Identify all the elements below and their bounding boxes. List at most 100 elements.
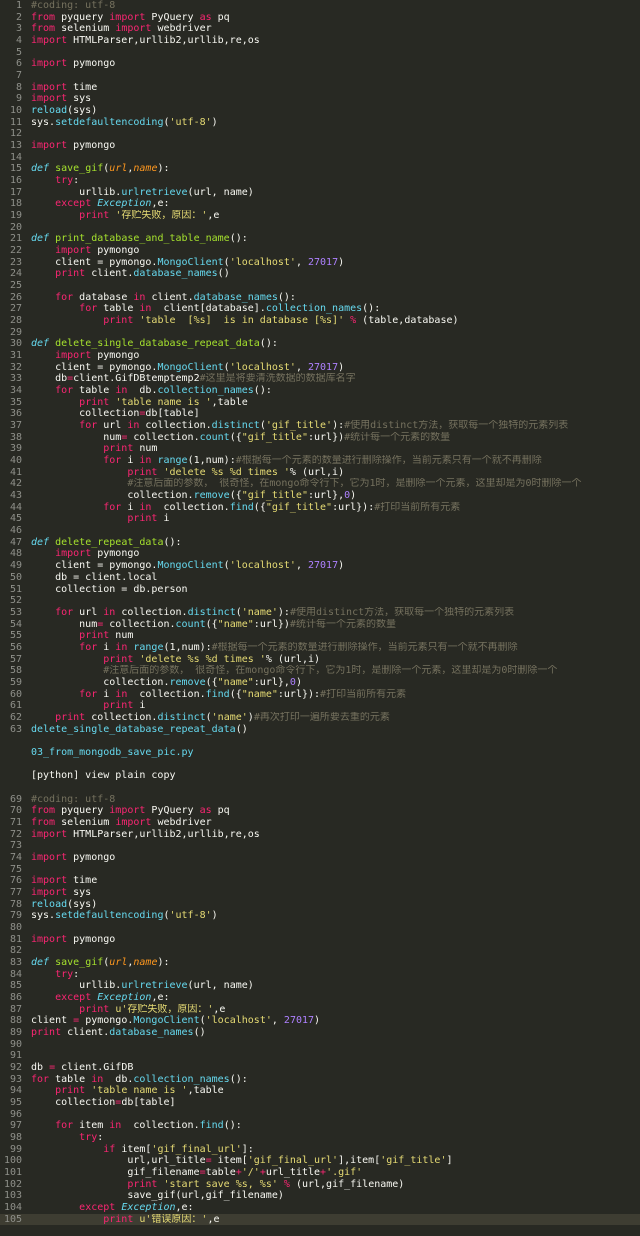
code-line[interactable]: 1 #coding: utf-8 xyxy=(0,0,640,11)
code-line[interactable]: 2 from pyquery import PyQuery as pq xyxy=(0,12,640,23)
code-line[interactable]: 23 client = pymongo.MongoClient('localho… xyxy=(0,257,640,268)
code-line[interactable] xyxy=(0,759,640,770)
code-line[interactable]: 96 xyxy=(0,1109,640,1120)
code-line[interactable]: 13 import pymongo xyxy=(0,140,640,151)
code-line[interactable]: 93 for table in db.collection_names(): xyxy=(0,1074,640,1085)
code-line[interactable]: 15 def save_gif(url,name): xyxy=(0,163,640,174)
code-line[interactable]: 40 for i in range(1,num):#根据每一个元素的数量进行删除… xyxy=(0,455,640,466)
code-line[interactable]: 72 import HTMLParser,urllib2,urllib,re,os xyxy=(0,829,640,840)
code-line[interactable] xyxy=(0,735,640,746)
code-line[interactable]: 47 def delete_repeat_data(): xyxy=(0,537,640,548)
code-line[interactable]: 56 for i in range(1,num):#根据每一个元素的数量进行删除… xyxy=(0,642,640,653)
code-line[interactable]: 97 for item in collection.find(): xyxy=(0,1120,640,1131)
code-line[interactable]: 3 from selenium import webdriver xyxy=(0,23,640,34)
code-line[interactable]: 43 collection.remove({"gif_title":url},0… xyxy=(0,490,640,501)
code-line[interactable]: 53 for url in collection.distinct('name'… xyxy=(0,607,640,618)
code-line[interactable]: 19 print '存贮失败，原因：',e xyxy=(0,210,640,221)
code-line[interactable]: 33 db=client.GifDBtemptemp2#这里是将要清洗数据的数据… xyxy=(0,373,640,384)
code-line[interactable]: 10 reload(sys) xyxy=(0,105,640,116)
code-line[interactable]: 20 xyxy=(0,222,640,233)
code-line[interactable]: 36 collection=db[table] xyxy=(0,408,640,419)
code-line[interactable]: 42 #注意后面的参数， 很奇怪，在mongo命令行下，它为1时，是删除一个元素… xyxy=(0,478,640,489)
code-line[interactable]: [python] view plain copy xyxy=(0,770,640,781)
code-line[interactable]: 38 num= collection.count({"gif_title":ur… xyxy=(0,432,640,443)
code-line[interactable]: 85 urllib.urlretrieve(url, name) xyxy=(0,980,640,991)
code-line[interactable]: 39 print num xyxy=(0,443,640,454)
code-line[interactable]: 92 db = client.GifDB xyxy=(0,1062,640,1073)
code-line[interactable]: 26 for database in client.database_names… xyxy=(0,292,640,303)
code-line[interactable]: 77 import sys xyxy=(0,887,640,898)
code-line[interactable]: 78 reload(sys) xyxy=(0,899,640,910)
code-line-current[interactable]: 105 print u'错误原因：',e xyxy=(0,1213,640,1225)
code-line[interactable]: 81 import pymongo xyxy=(0,934,640,945)
code-line[interactable]: 95 collection=db[table] xyxy=(0,1097,640,1108)
code-line[interactable]: 89 print client.database_names() xyxy=(0,1027,640,1038)
code-line[interactable]: 37 for url in collection.distinct('gif_t… xyxy=(0,420,640,431)
code-line[interactable]: 17 urllib.urlretrieve(url, name) xyxy=(0,187,640,198)
code-line[interactable]: 28 print 'table [%s] is in database [%s]… xyxy=(0,315,640,326)
code-line[interactable]: 11 sys.setdefaultencoding('utf-8') xyxy=(0,117,640,128)
code-line[interactable]: 100 url,url_title= item['gif_final_url']… xyxy=(0,1155,640,1166)
code-line[interactable]: 76 import time xyxy=(0,875,640,886)
code-line[interactable]: 12 xyxy=(0,128,640,139)
code-line[interactable]: 69 #coding: utf-8 xyxy=(0,794,640,805)
code-line[interactable]: 18 except Exception,e: xyxy=(0,198,640,209)
code-line[interactable]: 104 except Exception,e: xyxy=(0,1202,640,1213)
code-line[interactable]: 54 num= collection.count({"name":url})#统… xyxy=(0,619,640,630)
code-line[interactable]: 101 gif_filename=table+'/'+url_title+'.g… xyxy=(0,1167,640,1178)
code-line[interactable]: 90 xyxy=(0,1039,640,1050)
code-line[interactable]: 41 print 'delete %s %d times '% (url,i) xyxy=(0,467,640,478)
code-editor[interactable]: 1 #coding: utf-8 2 from pyquery import PyQu… xyxy=(0,0,640,1236)
code-line[interactable]: 87 print u'存贮失败，原因：',e xyxy=(0,1004,640,1015)
code-line[interactable]: 8 import time xyxy=(0,82,640,93)
code-line[interactable]: 91 xyxy=(0,1050,640,1061)
code-line[interactable]: 48 import pymongo xyxy=(0,548,640,559)
code-line[interactable]: 44 for i in collection.find({"gif_title"… xyxy=(0,502,640,513)
code-line[interactable]: 74 import pymongo xyxy=(0,852,640,863)
code-line[interactable]: 52 xyxy=(0,595,640,606)
code-line[interactable]: 73 xyxy=(0,840,640,851)
code-line[interactable]: 46 xyxy=(0,525,640,536)
code-line[interactable]: 84 try: xyxy=(0,969,640,980)
code-line[interactable]: 29 xyxy=(0,327,640,338)
code-line[interactable]: 4 import HTMLParser,urllib2,urllib,re,os xyxy=(0,35,640,46)
code-line[interactable]: 50 db = client.local xyxy=(0,572,640,583)
code-line[interactable]: 88 client = pymongo.MongoClient('localhos… xyxy=(0,1015,640,1026)
code-line[interactable]: 34 for table in db.collection_names(): xyxy=(0,385,640,396)
code-line[interactable]: 9 import sys xyxy=(0,93,640,104)
code-line[interactable]: 32 client = pymongo.MongoClient('localho… xyxy=(0,362,640,373)
code-line[interactable]: 14 xyxy=(0,152,640,163)
code-line[interactable]: 25 xyxy=(0,280,640,291)
code-line[interactable]: 60 for i in collection.find({"name":url}… xyxy=(0,689,640,700)
code-line[interactable]: 7 xyxy=(0,70,640,81)
code-line[interactable]: 59 collection.remove({"name":url},0) xyxy=(0,677,640,688)
code-line[interactable]: 31 import pymongo xyxy=(0,350,640,361)
code-line[interactable]: 86 except Exception,e: xyxy=(0,992,640,1003)
code-line[interactable]: 5 xyxy=(0,47,640,58)
code-line[interactable]: 75 xyxy=(0,864,640,875)
code-line[interactable]: 63 delete_single_database_repeat_data() xyxy=(0,724,640,735)
code-line[interactable] xyxy=(0,782,640,793)
code-line[interactable]: 70 from pyquery import PyQuery as pq xyxy=(0,805,640,816)
code-line[interactable]: 57 print 'delete %s %d times '% (url,i) xyxy=(0,654,640,665)
code-line[interactable]: 35 print 'table name is ',table xyxy=(0,397,640,408)
code-line[interactable]: 03_from_mongodb_save_pic.py xyxy=(0,747,640,758)
code-line[interactable]: 6 import pymongo xyxy=(0,58,640,69)
code-line[interactable]: 79 sys.setdefaultencoding('utf-8') xyxy=(0,910,640,921)
code-line[interactable]: 27 for table in client[database].collect… xyxy=(0,303,640,314)
code-line[interactable]: 55 print num xyxy=(0,630,640,641)
code-line[interactable]: 24 print client.database_names() xyxy=(0,268,640,279)
code-line[interactable]: 71 from selenium import webdriver xyxy=(0,817,640,828)
code-line[interactable]: 102 print 'start save %s, %s' % (url,gif… xyxy=(0,1179,640,1190)
code-line[interactable]: 62 print collection.distinct('name')#再次打… xyxy=(0,712,640,723)
code-line[interactable]: 99 if item['gif_final_url']: xyxy=(0,1144,640,1155)
code-line[interactable]: 51 collection = db.person xyxy=(0,584,640,595)
code-line[interactable]: 80 xyxy=(0,922,640,933)
code-line[interactable]: 49 client = pymongo.MongoClient('localho… xyxy=(0,560,640,571)
code-line[interactable]: 98 try: xyxy=(0,1132,640,1143)
code-line[interactable]: 94 print 'table name is ',table xyxy=(0,1085,640,1096)
code-line[interactable]: 30 def delete_single_database_repeat_data… xyxy=(0,338,640,349)
code-line[interactable]: 61 print i xyxy=(0,700,640,711)
code-line[interactable]: 21 def print_database_and_table_name(): xyxy=(0,233,640,244)
code-line[interactable]: 16 try: xyxy=(0,175,640,186)
